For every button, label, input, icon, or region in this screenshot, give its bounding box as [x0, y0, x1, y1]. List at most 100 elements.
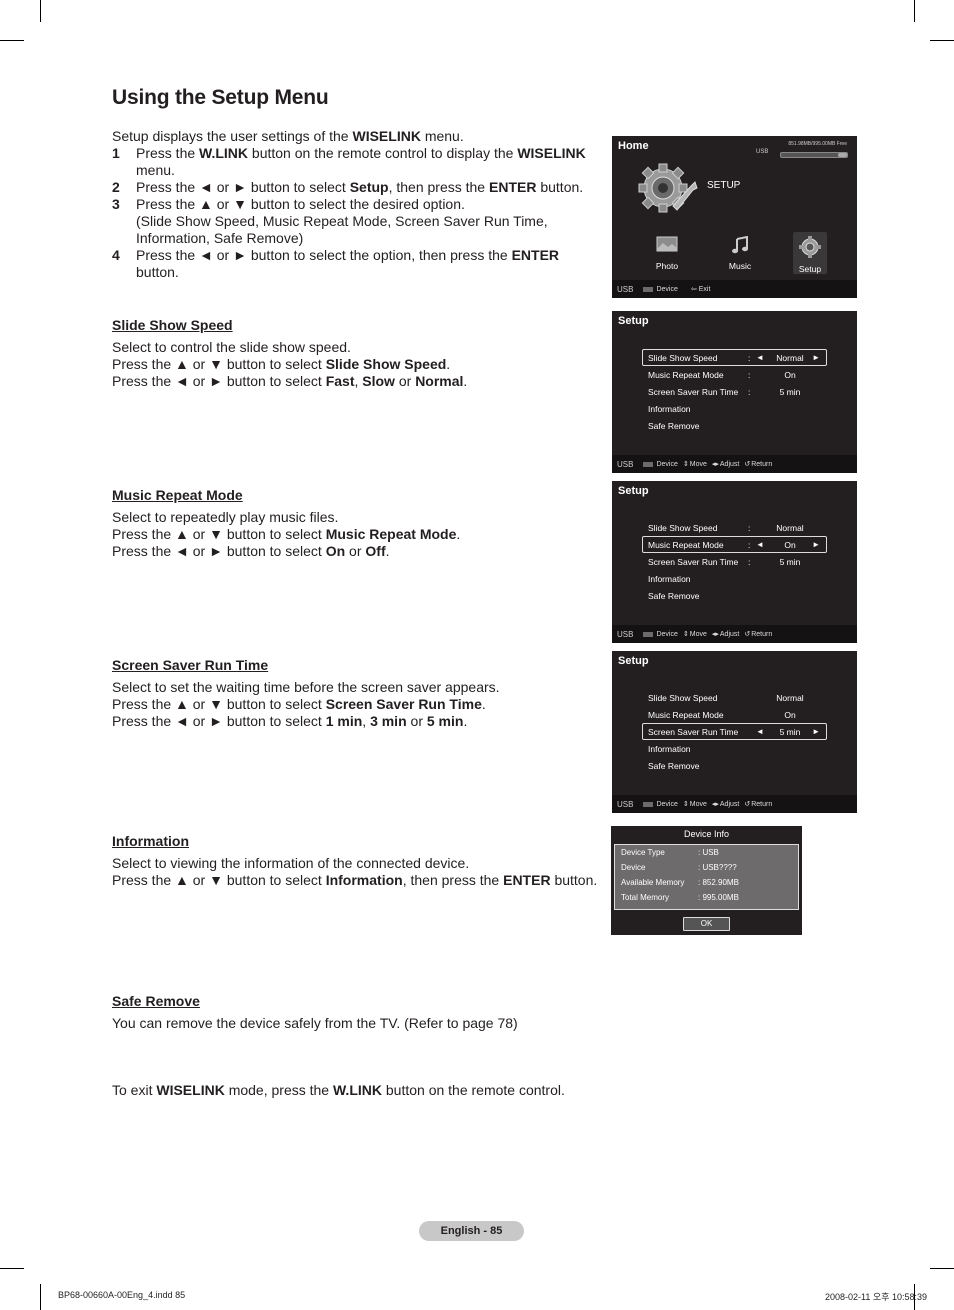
setup-option-row[interactable]: Safe Remove [642, 417, 827, 434]
home-item-music[interactable]: Music [721, 235, 759, 271]
option-value: Normal [776, 352, 804, 363]
setup-option-row[interactable]: Safe Remove [642, 587, 827, 604]
option-value: 5 min [779, 726, 801, 737]
setup-option-row[interactable]: Screen Saver Run Time: 5 min [642, 553, 827, 570]
right-arrow-icon[interactable]: ► [810, 727, 820, 736]
setup-option-row[interactable]: Slide Show Speed: ◄ Normal ► [642, 349, 827, 366]
footer-move: Move [689, 630, 707, 638]
home-item-label: Photo [655, 261, 679, 271]
right-arrow-icon[interactable]: ► [810, 540, 820, 549]
footer-adjust: Adjust [719, 460, 740, 468]
footer-return[interactable]: Return [751, 461, 772, 468]
setup-footer: USB Device ⇕ Move ◂▸ Adjust ↺ Return [612, 795, 857, 813]
section-text: Press the ▲ or ▼ button to select Screen… [112, 696, 486, 712]
footer-adjust: Adjust [719, 800, 740, 808]
option-label: Slide Show Speed [648, 692, 718, 703]
setup-footer: USB Device ⇕ Move ◂▸ Adjust ↺ Return [612, 625, 857, 643]
setup-option-row[interactable]: Information [642, 740, 827, 757]
ok-button[interactable]: OK [683, 917, 730, 931]
footer-device[interactable]: Device [656, 801, 677, 808]
option-label: Safe Remove [648, 420, 700, 431]
exit-instruction: To exit WISELINK mode, press the W.LINK … [112, 1082, 565, 1098]
left-arrow-icon[interactable]: ◄ [756, 727, 770, 736]
info-key: Device [621, 863, 646, 872]
option-value: Normal [776, 692, 804, 703]
timestamp-slug: 2008-02-11 오후 10:58:39 [825, 1292, 927, 1302]
setup-option-row[interactable]: Music Repeat Mode On [642, 706, 827, 723]
info-value: : 852.90MB [698, 878, 739, 887]
footer-device[interactable]: Device [656, 286, 677, 293]
setup-option-row[interactable]: Information [642, 570, 827, 587]
footer-device[interactable]: Device [656, 631, 677, 638]
section-text: Press the ▲ or ▼ button to select Music … [112, 526, 461, 542]
adjust-icon: ◂▸ [711, 801, 719, 808]
setup-screen-music-repeat: Setup Slide Show Speed: Normal Music Rep… [612, 481, 857, 643]
section-text: Press the ◄ or ► button to select On or … [112, 543, 390, 559]
dialog-title: Device Info [683, 829, 730, 839]
step-4: 4 Press the ◄ or ► button to select the o… [112, 247, 560, 280]
page-number: English - 85 [419, 1221, 524, 1241]
home-item-setup[interactable]: Setup [793, 232, 827, 274]
file-slug: BP68-00660A-00Eng_4.indd 85 [58, 1290, 186, 1300]
footer-device[interactable]: Device [656, 461, 677, 468]
setup-option-row[interactable]: Information [642, 400, 827, 417]
device-key-icon [643, 801, 654, 807]
option-label: Music Repeat Mode [648, 709, 724, 720]
section-safe-remove: Safe Remove You can remove the device sa… [112, 993, 602, 1032]
option-label: Screen Saver Run Time [648, 726, 739, 737]
setup-option-row[interactable]: Screen Saver Run Time: 5 min [642, 383, 827, 400]
footer-adjust: Adjust [719, 630, 740, 638]
setup-option-row[interactable]: Safe Remove [642, 757, 827, 774]
option-value: On [784, 539, 796, 550]
screen-title: Setup [618, 485, 649, 497]
info-key: Total Memory [621, 893, 670, 902]
section-text: Press the ▲ or ▼ button to select Inform… [112, 872, 598, 888]
device-info-row: Device Type: USB [615, 845, 798, 860]
usb-capacity-bar [780, 152, 848, 158]
footer-source: USB [617, 459, 634, 469]
section-heading: Screen Saver Run Time [112, 657, 269, 673]
setup-option-row[interactable]: Screen Saver Run Time ◄ 5 min ► [642, 723, 827, 740]
adjust-icon: ◂▸ [711, 631, 719, 638]
home-item-label: Setup [798, 264, 822, 274]
footer-exit[interactable]: Exit [699, 286, 711, 293]
section-text: Select to viewing the information of the… [112, 855, 470, 871]
info-value: : USB???? [698, 863, 737, 872]
option-label: Safe Remove [648, 760, 700, 771]
footer-source: USB [617, 284, 634, 294]
option-label: Information [648, 743, 691, 754]
setup-option-row[interactable]: Music Repeat Mode: On [642, 366, 827, 383]
return-icon: ↺ [744, 631, 751, 638]
right-arrow-icon[interactable]: ► [810, 353, 820, 362]
section-heading: Safe Remove [112, 993, 200, 1009]
footer-source: USB [617, 799, 634, 809]
footer-return[interactable]: Return [751, 801, 772, 808]
option-label: Information [648, 573, 691, 584]
section-text: Press the ◄ or ► button to select Fast, … [112, 373, 468, 389]
device-info-dialog: Device Info Device Type: USB Device : USB?… [611, 826, 802, 935]
option-colon: : [748, 369, 751, 380]
section-information: Information Select to viewing the inform… [112, 833, 602, 889]
move-icon: ⇕ [682, 801, 689, 808]
usb-label: USB [756, 149, 769, 155]
section-heading: Music Repeat Mode [112, 487, 243, 503]
setup-options: Slide Show Speed: ◄ Normal ► Music Repea… [642, 349, 827, 434]
setup-gear-icon [638, 163, 698, 213]
option-value: 5 min [779, 556, 801, 567]
crop-mark [40, 1284, 41, 1310]
option-label: Information [648, 403, 691, 414]
home-item-photo[interactable]: Photo [648, 236, 686, 271]
left-arrow-icon[interactable]: ◄ [756, 540, 770, 549]
option-colon: : [748, 386, 751, 397]
option-colon: : [748, 352, 751, 363]
setup-option-row[interactable]: Slide Show Speed: Normal [642, 519, 827, 536]
option-colon: : [748, 556, 751, 567]
footer-return[interactable]: Return [751, 631, 772, 638]
section-slide-show-speed: Slide Show Speed Select to control the s… [112, 317, 602, 390]
home-screen: Home 851.98MB/995.00MB Free USB SETUP Ph… [612, 136, 857, 298]
option-label: Screen Saver Run Time [648, 556, 739, 567]
setup-option-row[interactable]: Slide Show Speed Normal [642, 689, 827, 706]
left-arrow-icon[interactable]: ◄ [756, 353, 770, 362]
option-label: Slide Show Speed [648, 522, 718, 533]
setup-option-row[interactable]: Music Repeat Mode: ◄ On ► [642, 536, 827, 553]
